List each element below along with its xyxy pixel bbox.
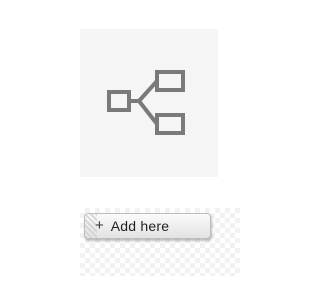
page: + Add here: [0, 0, 305, 282]
plus-icon: +: [95, 217, 104, 234]
add-here-button[interactable]: + Add here: [84, 213, 211, 239]
hierarchy-branch-icon: [107, 70, 185, 135]
add-here-label: Add here: [110, 218, 170, 234]
node-tile[interactable]: [80, 29, 218, 177]
